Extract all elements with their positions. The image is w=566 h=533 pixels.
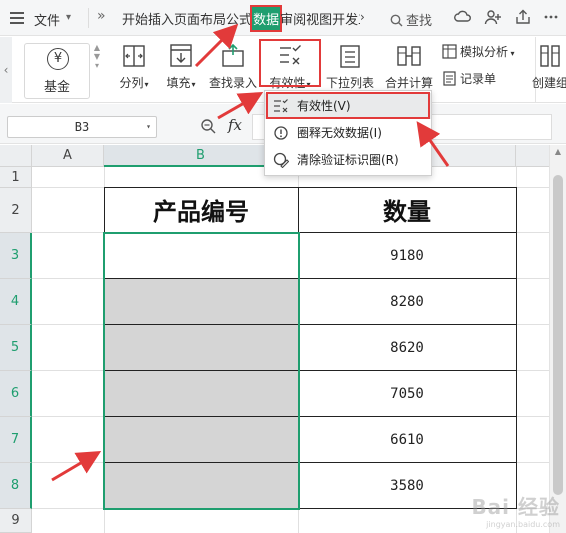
spreadsheet-grid: A B C 1 2 3 4 5 6 7 8 9 产品编号 数量 9180 828… [0,145,566,533]
search-icon [390,14,403,27]
scroll-up-icon[interactable]: ▲ [550,147,566,156]
zoom-icon[interactable] [200,118,216,134]
simulate-analysis-icon [442,44,457,59]
cell-c3[interactable]: 9180 [298,233,517,279]
more-tabs-button[interactable]: » [97,8,106,24]
watermark: Bai 经验 jingyan.baidu.com [471,495,560,529]
search-button[interactable]: 查找 [390,10,432,29]
merge-calc-label: 合并计算 [384,76,433,90]
row-header-7[interactable]: 7 [0,417,32,463]
function-button[interactable]: fx [228,116,242,134]
dropdown-list-label: 下拉列表 [325,76,374,90]
row-header-4[interactable]: 4 [0,279,32,325]
find-entry-label: 查找录入 [208,76,257,90]
circle-invalid-icon [274,126,288,140]
row-header-2[interactable]: 2 [0,188,32,233]
ribbon-scroll-left-button[interactable]: ‹ [0,37,12,103]
chevron-down-icon[interactable]: ▾ [146,117,151,137]
tab-view[interactable]: 视图 [306,9,332,28]
row-header-3[interactable]: 3 [0,233,32,279]
gallery-scroll[interactable]: ▲ ▼ ▾ [93,43,101,99]
record-label: 记录单 [460,72,497,86]
fill-down-icon [170,44,192,67]
hamburger-menu-icon[interactable] [10,12,24,24]
validity-highlight-box [259,39,321,87]
row-header-1[interactable]: 1 [0,167,32,188]
scrollbar-thumb[interactable] [553,175,563,495]
file-menu[interactable]: 文件 [34,10,60,29]
menu-item-clear-marks[interactable]: 清除验证标识圈(R) [265,147,431,173]
menu-item-label: 圈释无效数据(I) [297,126,382,140]
name-box[interactable]: B3 ▾ [7,116,157,138]
merge-calc-icon [397,46,421,66]
split-column-button[interactable]: 分列▾ [112,41,156,99]
row-header-5[interactable]: 5 [0,325,32,371]
tab-page-layout[interactable]: 页面布局 [174,9,226,28]
share-icon[interactable] [514,9,532,25]
menu-item-label: 清除验证标识圈(R) [297,153,399,167]
row-header-8[interactable]: 8 [0,463,32,509]
header-product-code[interactable]: 产品编号 [104,187,299,233]
row-header-9[interactable]: 9 [0,509,32,533]
user-share-icon[interactable] [484,9,502,25]
cell-c5[interactable]: 8620 [298,325,517,371]
clear-marks-icon [273,152,289,168]
row-header-6[interactable]: 6 [0,371,32,417]
cell-c4[interactable]: 8280 [298,279,517,325]
tab-data[interactable]: 数据 [250,4,283,32]
create-group-label: 创建组 [531,76,566,90]
column-header-a[interactable]: A [32,145,104,167]
cell-reference: B3 [74,120,90,134]
record-form-button[interactable]: 记录单 [442,70,496,87]
cell-c6[interactable]: 7050 [298,371,517,417]
chevron-down-icon[interactable]: ▾ [66,12,71,23]
cell-c7[interactable]: 6610 [298,417,517,463]
fill-button[interactable]: 填充▾ [160,41,202,99]
tab-insert[interactable]: 插入 [148,9,174,28]
tab-home[interactable]: 开始 [122,9,148,28]
divider [88,8,89,28]
tab-review[interactable]: 审阅 [280,9,306,28]
header-quantity[interactable]: 数量 [298,187,517,233]
cloud-sync-icon[interactable] [454,9,472,25]
fill-label: 填充 [166,76,191,90]
find-entry-button[interactable]: 查找录入 [206,41,260,99]
create-group-icon [540,45,560,67]
more-options-icon[interactable] [544,9,558,25]
menu-item-circle-invalid[interactable]: 圈释无效数据(I) [265,120,431,146]
search-label: 查找 [406,14,433,29]
simulate-label: 模拟分析 [460,45,509,59]
find-entry-icon [222,43,244,67]
select-all-corner[interactable] [0,145,32,167]
record-form-icon [443,71,456,86]
tabs-next-button[interactable]: › [360,10,365,24]
menu-bar: 文件 ▾ » 开始 插入 页面布局 公式 数据 审阅 视图 开发工具 › 查找 [0,0,566,36]
ribbon-tabs: 开始 插入 页面布局 公式 数据 审阅 视图 开发工具 [122,0,360,36]
create-group-button[interactable]: 创建组 [530,41,566,99]
split-column-icon [123,45,145,67]
dropdown-list-icon [340,45,360,68]
fund-button[interactable]: ¥ 基金 [24,43,90,99]
split-label: 分列 [119,76,144,90]
selection-range [103,232,300,510]
top-right-icons [454,9,558,25]
vertical-scrollbar[interactable]: ▲ [549,145,566,533]
simulate-analysis-button[interactable]: 模拟分析 ▾ [442,43,515,60]
menu-item-highlight-box [266,92,430,119]
tab-developer[interactable]: 开发工具 [332,9,360,28]
yuan-icon: ¥ [47,48,69,70]
tab-formulas[interactable]: 公式 [226,9,252,28]
fund-label: 基金 [43,80,70,95]
